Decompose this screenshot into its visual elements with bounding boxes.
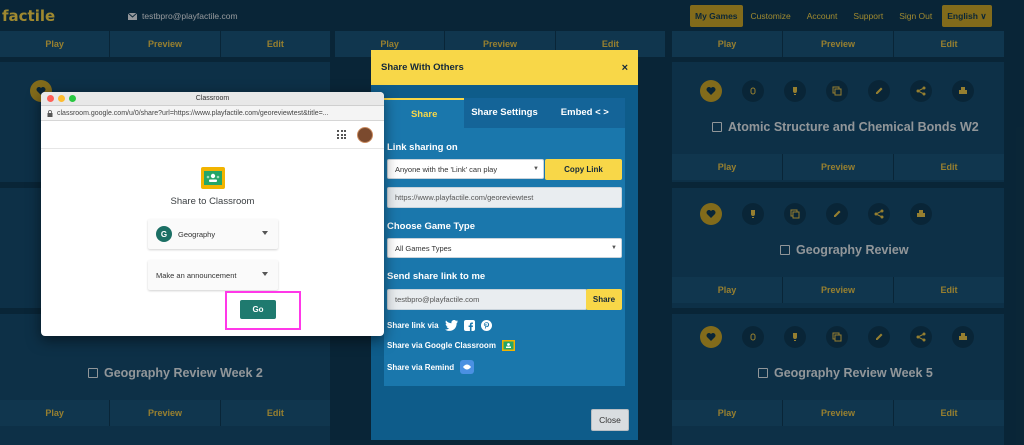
- tab-share-settings[interactable]: Share Settings: [464, 98, 544, 128]
- class-initial-avatar: G: [156, 226, 172, 242]
- share-modal: Share With Others × Share Share Settings…: [371, 50, 638, 440]
- action-select-value: Make an announcement: [156, 270, 237, 280]
- address-bar-url: classroom.google.com/u/0/share?url=https…: [57, 109, 329, 117]
- twitter-icon[interactable]: [444, 320, 458, 331]
- share-panel: Share Share Settings Embed < > Link shar…: [384, 98, 625, 386]
- close-icon[interactable]: ×: [622, 62, 628, 74]
- share-google-classroom-row[interactable]: Share via Google Classroom: [387, 340, 515, 351]
- game-type-heading: Choose Game Type: [387, 221, 475, 232]
- remind-icon[interactable]: [460, 360, 475, 374]
- apps-grid-icon[interactable]: [337, 130, 346, 139]
- facebook-icon[interactable]: [463, 320, 475, 331]
- remind-link[interactable]: Share via Remind: [387, 363, 454, 372]
- chevron-down-icon: ▼: [611, 245, 617, 251]
- class-select-value: Geography: [178, 229, 216, 239]
- share-link-via-label: Share link via: [387, 321, 439, 330]
- google-classroom-link[interactable]: Share via Google Classroom: [387, 341, 496, 350]
- dropdown-arrow-icon: [262, 231, 268, 235]
- window-maximize-icon[interactable]: [69, 95, 76, 102]
- pinterest-icon[interactable]: [480, 320, 492, 331]
- share-modal-header: Share With Others ×: [371, 50, 638, 85]
- avatar[interactable]: [357, 127, 373, 143]
- google-classroom-logo-icon: [201, 167, 225, 189]
- send-share-button[interactable]: Share: [586, 289, 622, 310]
- google-classroom-icon[interactable]: [501, 340, 515, 351]
- game-type-select[interactable]: All Games Types ▼: [387, 238, 622, 258]
- action-select[interactable]: Make an announcement: [148, 260, 278, 290]
- dropdown-arrow-icon: [262, 272, 268, 276]
- window-minimize-icon[interactable]: [58, 95, 65, 102]
- chevron-down-icon: ▼: [533, 166, 539, 172]
- address-bar[interactable]: classroom.google.com/u/0/share?url=https…: [41, 106, 384, 121]
- share-to-classroom-heading: Share to Classroom: [170, 196, 255, 207]
- game-type-select-value: All Games Types: [395, 244, 452, 253]
- class-select[interactable]: G Geography: [148, 219, 278, 249]
- window-titlebar: Classroom: [41, 92, 384, 106]
- link-sharing-heading: Link sharing on: [387, 142, 458, 153]
- window-title: Classroom: [195, 95, 230, 102]
- classroom-popup-window: Classroom classroom.google.com/u/0/share…: [41, 92, 384, 336]
- link-sharing-select[interactable]: Anyone with the 'Link' can play ▼: [387, 159, 544, 179]
- classroom-header: [41, 121, 384, 149]
- close-button[interactable]: Close: [591, 409, 629, 431]
- share-url-field[interactable]: https://www.playfactile.com/georeviewtes…: [387, 187, 622, 208]
- window-close-icon[interactable]: [47, 95, 54, 102]
- link-sharing-select-value: Anyone with the 'Link' can play: [395, 165, 498, 174]
- share-link-via-row: Share link via: [387, 320, 492, 331]
- send-link-email-field[interactable]: testbpro@playfactile.com: [387, 289, 587, 310]
- tab-embed[interactable]: Embed < >: [545, 98, 625, 128]
- share-modal-title: Share With Others: [381, 62, 464, 73]
- window-controls: [47, 95, 76, 102]
- share-remind-row[interactable]: Share via Remind: [387, 360, 475, 374]
- tab-share[interactable]: Share: [384, 98, 465, 128]
- lock-icon: [47, 109, 53, 117]
- copy-link-button[interactable]: Copy Link: [545, 159, 622, 180]
- send-link-heading: Send share link to me: [387, 271, 486, 282]
- share-tabs: Share Share Settings Embed < >: [384, 98, 625, 128]
- highlight-annotation-box: [225, 291, 301, 330]
